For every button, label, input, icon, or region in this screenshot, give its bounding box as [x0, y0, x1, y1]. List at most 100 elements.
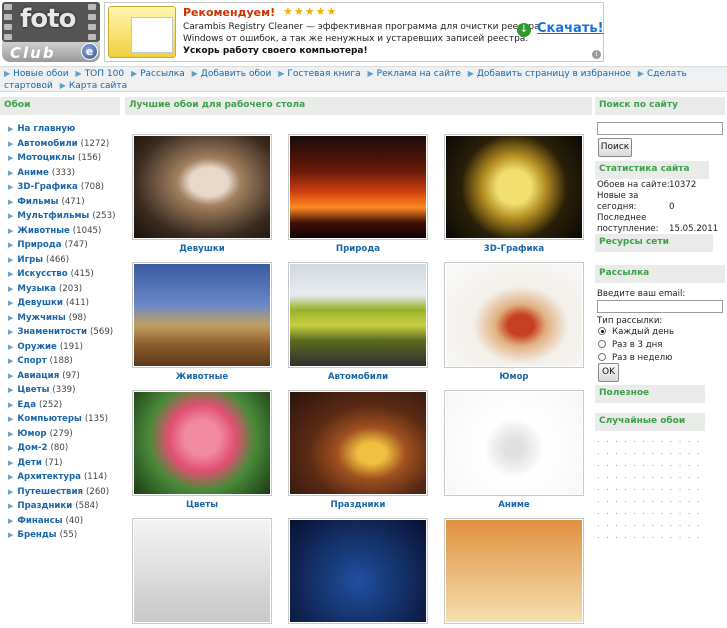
thumb-image[interactable] [134, 520, 270, 622]
category-link[interactable]: Мотоциклы [17, 153, 75, 163]
thumb-link[interactable]: 3D-Графика [484, 244, 544, 254]
category-link[interactable]: Путешествия [17, 487, 83, 497]
ok-button[interactable]: OK [598, 363, 619, 382]
thumb-cell[interactable]: Цветы [132, 390, 272, 510]
category-item[interactable]: ▶ Дети (71) [0, 456, 120, 471]
category-link[interactable]: Цветы [17, 385, 49, 395]
category-link[interactable]: Юмор [17, 429, 46, 439]
thumb-cell[interactable]: Праздники [288, 390, 428, 510]
thumb-frame[interactable] [288, 134, 428, 240]
category-item[interactable]: ▶ Компьютеры (135) [0, 412, 120, 427]
nav-add-wallpaper[interactable]: Добавить обои [201, 69, 272, 79]
category-link[interactable]: Мужчины [17, 313, 65, 323]
thumb-link[interactable]: Природа [336, 244, 380, 254]
category-link[interactable]: Авиация [17, 371, 59, 381]
thumb-cell[interactable]: Юмор [444, 262, 584, 382]
thumb-frame[interactable] [444, 262, 584, 368]
thumb-image[interactable] [446, 520, 582, 622]
thumb-image[interactable] [134, 136, 270, 238]
category-item[interactable]: ▶ Животные (1045) [0, 224, 120, 239]
category-item[interactable]: ▶ Цветы (339) [0, 383, 120, 398]
thumb-frame[interactable] [132, 390, 272, 496]
category-item[interactable]: ▶ Девушки (411) [0, 296, 120, 311]
category-link[interactable]: Еда [17, 400, 36, 410]
thumb-cell[interactable] [444, 518, 584, 628]
category-item[interactable]: ▶ Путешествия (260) [0, 485, 120, 500]
category-link[interactable]: Игры [17, 255, 43, 265]
thumb-frame[interactable] [132, 134, 272, 240]
thumb-image[interactable] [290, 392, 426, 494]
nav-new-wallpapers[interactable]: Новые обои [13, 69, 69, 79]
thumb-cell[interactable] [288, 518, 428, 628]
search-button[interactable]: Поиск [598, 138, 632, 157]
nav-add-favorites[interactable]: Добавить страницу в избранное [477, 69, 631, 79]
category-item[interactable]: ▶ Мотоциклы (156) [0, 151, 120, 166]
thumb-cell[interactable]: Животные [132, 262, 272, 382]
category-item[interactable]: ▶ Спорт (188) [0, 354, 120, 369]
category-link[interactable]: Дом-2 [17, 443, 47, 453]
thumb-cell[interactable]: Автомобили [288, 262, 428, 382]
category-item[interactable]: ▶ Оружие (191) [0, 340, 120, 355]
thumb-image[interactable] [290, 520, 426, 622]
category-link[interactable]: Компьютеры [17, 414, 81, 424]
radio-daily[interactable]: Каждый день [598, 327, 674, 337]
ad-banner[interactable]: Рекомендуем! ★★★★★ Carambis Registry Cle… [104, 2, 604, 62]
thumb-link[interactable]: Юмор [499, 372, 528, 382]
thumb-image[interactable] [446, 264, 582, 366]
category-item[interactable]: ▶ Мужчины (98) [0, 311, 120, 326]
radio-dot[interactable] [598, 327, 606, 335]
category-item[interactable]: ▶ Искусство (415) [0, 267, 120, 282]
category-item[interactable]: ▶ Мультфильмы (253) [0, 209, 120, 224]
thumb-cell[interactable]: Девушки [132, 134, 272, 254]
category-link[interactable]: Бренды [17, 530, 56, 540]
category-link[interactable]: Архитектура [17, 472, 81, 482]
ad-info-icon[interactable]: i [592, 50, 601, 59]
site-logo[interactable]: foto Club e [2, 2, 100, 62]
category-link[interactable]: На главную [17, 124, 75, 134]
category-link[interactable]: Искусство [17, 269, 67, 279]
thumb-image[interactable] [446, 392, 582, 494]
thumb-cell[interactable]: Аниме [444, 390, 584, 510]
radio-weekly[interactable]: Раз в неделю [598, 353, 672, 363]
category-item[interactable]: ▶ Дом-2 (80) [0, 441, 120, 456]
category-link[interactable]: Спорт [17, 356, 46, 366]
nav-make-start-2[interactable]: стартовой [4, 81, 53, 91]
category-item[interactable]: ▶ Юмор (279) [0, 427, 120, 442]
thumb-frame[interactable] [444, 518, 584, 624]
thumb-image[interactable] [134, 392, 270, 494]
nav-newsletter[interactable]: Рассылка [140, 69, 185, 79]
thumb-frame[interactable] [288, 518, 428, 624]
category-link[interactable]: Животные [17, 226, 69, 236]
thumb-link[interactable]: Девушки [179, 244, 225, 254]
category-link[interactable]: Автомобили [17, 139, 77, 149]
nav-guestbook[interactable]: Гостевая книга [287, 69, 360, 79]
thumb-cell[interactable]: 3D-Графика [444, 134, 584, 254]
download-link[interactable]: Скачать! [537, 21, 604, 36]
category-item[interactable]: ▶ Фильмы (471) [0, 195, 120, 210]
thumb-frame[interactable] [132, 518, 272, 624]
category-link[interactable]: 3D-Графика [17, 182, 77, 192]
category-item[interactable]: ▶ 3D-Графика (708) [0, 180, 120, 195]
category-link[interactable]: Мультфильмы [17, 211, 89, 221]
thumb-link[interactable]: Цветы [186, 500, 218, 510]
thumb-frame[interactable] [444, 134, 584, 240]
category-item[interactable]: ▶ Авиация (97) [0, 369, 120, 384]
thumb-frame[interactable] [132, 262, 272, 368]
category-link[interactable]: Праздники [17, 501, 72, 511]
email-input[interactable] [597, 300, 723, 313]
thumb-link[interactable]: Животные [176, 372, 228, 382]
category-item[interactable]: ▶ Игры (466) [0, 253, 120, 268]
thumb-cell[interactable] [132, 518, 272, 628]
nav-top-100[interactable]: ТОП 100 [85, 69, 124, 79]
category-item[interactable]: ▶ Еда (252) [0, 398, 120, 413]
thumb-image[interactable] [446, 136, 582, 238]
thumb-cell[interactable]: Природа [288, 134, 428, 254]
category-link[interactable]: Девушки [17, 298, 63, 308]
thumb-frame[interactable] [288, 390, 428, 496]
search-input[interactable] [597, 122, 723, 135]
thumb-link[interactable]: Аниме [498, 500, 529, 510]
radio-dot[interactable] [598, 340, 606, 348]
category-item[interactable]: ▶ Автомобили (1272) [0, 137, 120, 152]
category-item[interactable]: ▶ Аниме (333) [0, 166, 120, 181]
category-link[interactable]: Знаменитости [17, 327, 87, 337]
